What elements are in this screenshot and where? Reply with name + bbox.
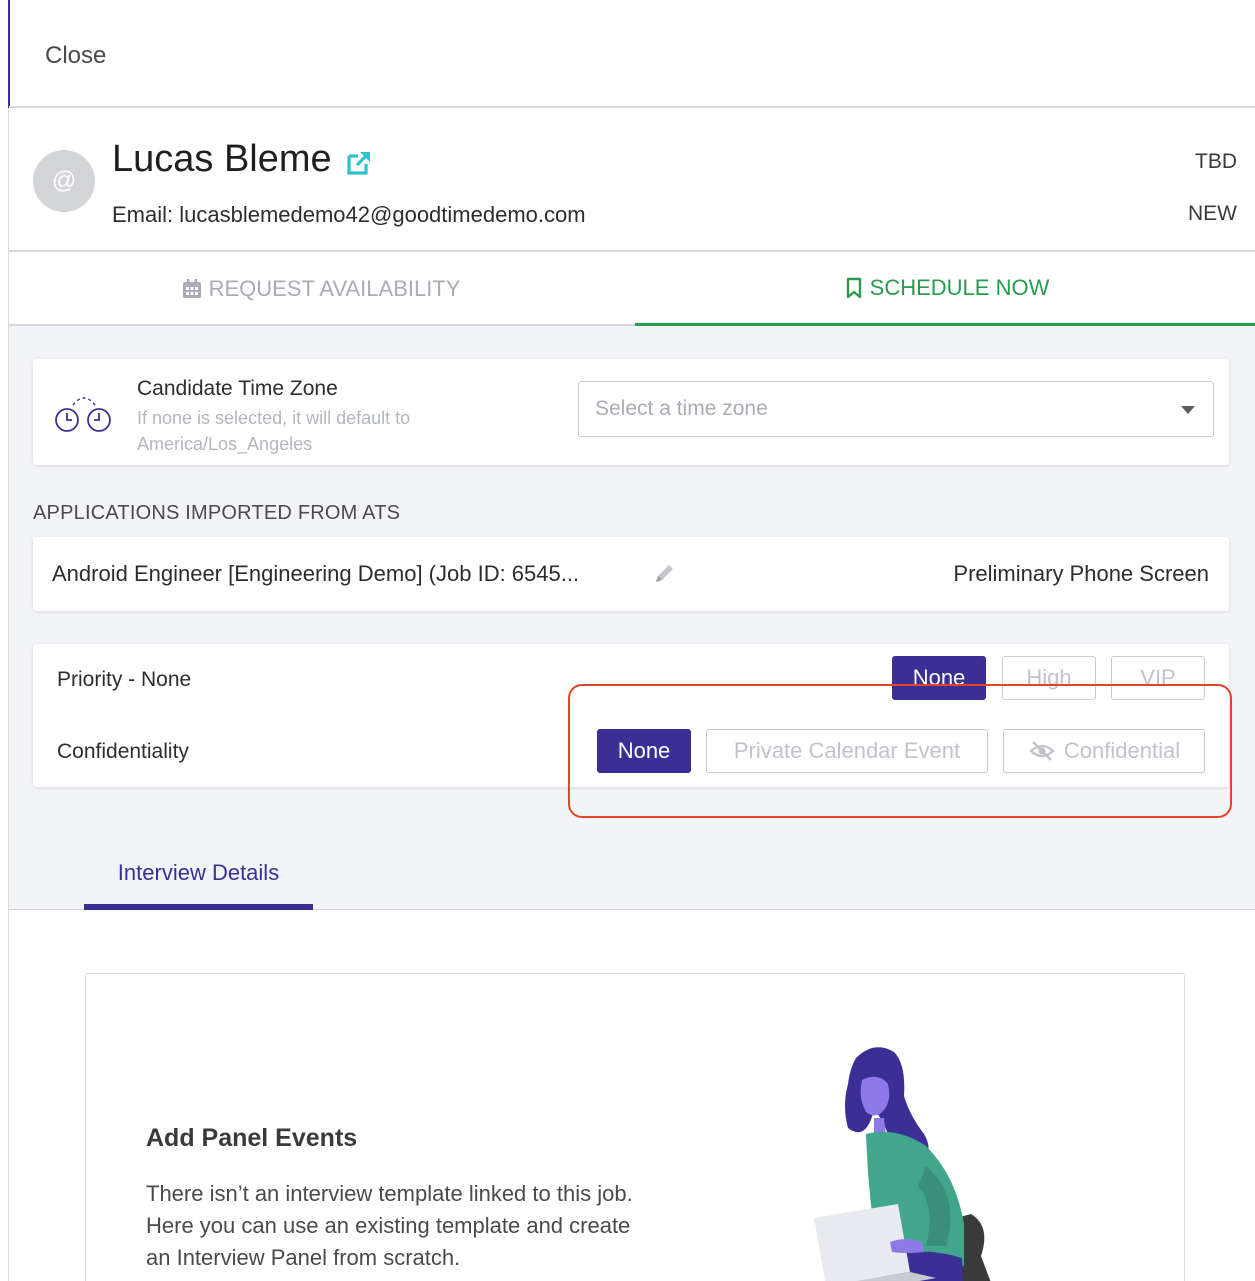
pencil-icon[interactable]: [651, 561, 677, 587]
status-badge-tbd: TBD: [1195, 150, 1237, 173]
priority-high-button[interactable]: High: [1002, 656, 1096, 700]
timezone-select-placeholder: Select a time zone: [595, 397, 768, 420]
timezone-title: Candidate Time Zone: [137, 377, 338, 400]
application-title: Android Engineer [Engineering Demo] (Job…: [52, 561, 580, 586]
candidate-name: Lucas Bleme: [112, 138, 332, 180]
timezone-card: Candidate Time Zone If none is selected,…: [33, 359, 1229, 465]
confidentiality-none-button[interactable]: None: [597, 729, 691, 773]
avatar: @: [33, 150, 95, 212]
eye-slash-icon: [1029, 741, 1055, 761]
woman-laptop-illustration: [814, 1047, 991, 1281]
priority-confidentiality-card: Priority - None None High VIP Confidenti…: [33, 644, 1229, 787]
close-button[interactable]: Close: [45, 42, 106, 70]
confidentiality-confidential-button[interactable]: Confidential: [1003, 729, 1205, 773]
schedule-tabs: REQUEST AVAILABILITY SCHEDULE NOW: [9, 252, 1255, 326]
candidate-header: @ Lucas Bleme Email: lucasblemedemo42@go…: [9, 110, 1255, 252]
bookmark-icon: [846, 277, 861, 298]
timezone-hint: If none is selected, it will default to …: [137, 408, 411, 454]
application-card[interactable]: Android Engineer [Engineering Demo] (Job…: [33, 537, 1229, 611]
tab-interview-details[interactable]: Interview Details: [84, 856, 313, 910]
tab-schedule-now-label: SCHEDULE NOW: [869, 274, 1050, 300]
application-stage: Preliminary Phone Screen: [953, 561, 1209, 586]
tab-interview-details-label: Interview Details: [117, 860, 280, 885]
confidentiality-none-label: None: [617, 738, 671, 763]
priority-label: Priority - None: [57, 668, 192, 691]
priority-none-label: None: [912, 665, 966, 690]
panel-title: Add Panel Events: [146, 1124, 358, 1152]
calendar-icon: [182, 279, 201, 298]
confidentiality-label: Confidentiality: [57, 740, 189, 763]
confidentiality-private-event-label: Private Calendar Event: [733, 738, 961, 763]
priority-vip-button[interactable]: VIP: [1111, 656, 1205, 700]
status-badge-new: NEW: [1188, 202, 1237, 225]
panel-description: There isn’t an interview template linked…: [146, 1181, 633, 1270]
confidentiality-private-event-button[interactable]: Private Calendar Event: [706, 729, 988, 773]
confidentiality-confidential-label: Confidential: [1063, 738, 1181, 763]
tab-schedule-now[interactable]: SCHEDULE NOW: [635, 252, 1255, 326]
applications-section-label: APPLICATIONS IMPORTED FROM ATS: [33, 502, 401, 524]
caret-down-icon: [1181, 406, 1195, 414]
tab-request-availability[interactable]: REQUEST AVAILABILITY: [9, 252, 632, 326]
external-link-icon[interactable]: [344, 148, 374, 178]
priority-none-button[interactable]: None: [892, 656, 986, 700]
timezone-clocks-icon: [55, 397, 111, 432]
tab-request-availability-label: REQUEST AVAILABILITY: [208, 276, 461, 301]
schedule-form: Candidate Time Zone If none is selected,…: [9, 326, 1255, 910]
candidate-email: Email: lucasblemedemo42@goodtimedemo.com: [112, 202, 586, 227]
add-panel-events-card: Add Panel Events There isn’t an intervie…: [85, 973, 1185, 1281]
timezone-select[interactable]: Select a time zone: [578, 381, 1214, 437]
close-bar: Close: [9, 0, 1255, 108]
priority-vip-label: VIP: [1140, 665, 1176, 690]
priority-high-label: High: [1026, 665, 1072, 690]
